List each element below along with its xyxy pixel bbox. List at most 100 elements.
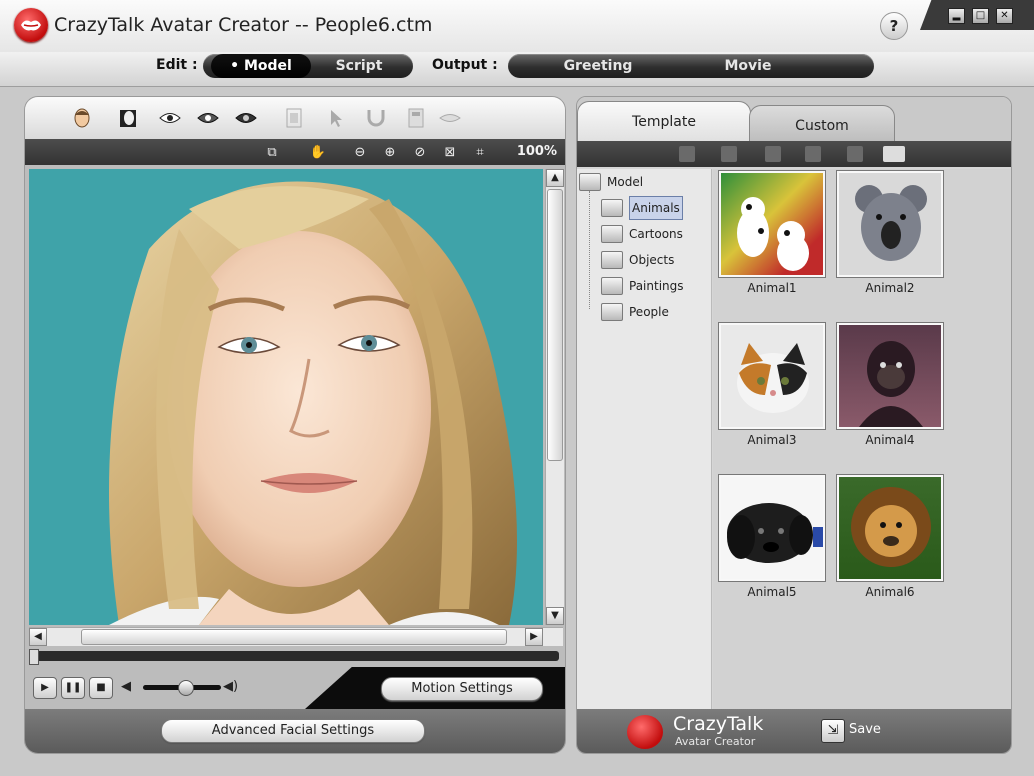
timeline-slider[interactable] [29, 649, 559, 665]
tab-template[interactable]: Template [577, 101, 751, 142]
template-grid: Animal1 Animal2 Animal3 Animal4 Animal5 … [713, 169, 1011, 709]
library-footer: CrazyTalk Avatar Creator ⇲ Save [577, 709, 1011, 753]
scroll-left-icon[interactable]: ◀ [29, 628, 47, 646]
motion-settings-button[interactable]: Motion Settings [381, 677, 543, 701]
folder-icon [601, 225, 623, 243]
tree-item-animals[interactable]: Animals [601, 196, 683, 220]
editor-panel: ⧉ ✋ ⊖ ⊕ ⊘ ⊠ ⌗ 100% ▲ ▼ ◀ ▶ ▶ ❚❚ ■ ◀ ◀) M… [24, 96, 566, 754]
eye-dark-icon[interactable] [197, 107, 219, 129]
scroll-down-icon[interactable]: ▼ [546, 607, 564, 625]
delete-icon [847, 146, 863, 162]
view-toolbar: ⧉ ✋ ⊖ ⊕ ⊘ ⊠ ⌗ 100% [25, 139, 565, 165]
eye-icon[interactable] [159, 107, 181, 129]
mode-bar: Edit : • Model Script Output : Greeting … [0, 52, 1034, 87]
brand-subtitle: Avatar Creator [675, 735, 756, 748]
thumbnail-image[interactable] [836, 474, 944, 582]
tab-custom[interactable]: Custom [749, 105, 895, 142]
tree-item-objects[interactable]: Objects [601, 249, 674, 271]
frame-icon [283, 107, 305, 129]
help-button[interactable]: ? [880, 12, 908, 40]
thumbnail-label: Animal3 [747, 433, 797, 447]
tree-item-label: Paintings [629, 279, 684, 293]
tab-movie[interactable]: Movie [678, 54, 818, 78]
folder-icon [601, 251, 623, 269]
thumbnail-image[interactable] [718, 474, 826, 582]
thumbnail-animal2[interactable]: Animal2 [836, 170, 944, 295]
thumbnail-label: Animal4 [865, 433, 915, 447]
library-toolbar [577, 141, 1011, 167]
fit-window-icon[interactable]: ⧉ [263, 143, 281, 161]
folder-icon [601, 303, 623, 321]
scroll-up-icon[interactable]: ▲ [546, 169, 564, 187]
thumbnail-animal3[interactable]: Animal3 [718, 322, 826, 447]
window-controls: ▂ □ ✕ [920, 0, 1034, 30]
tree-line [589, 191, 591, 309]
play-icon[interactable]: ▶ [33, 677, 57, 699]
volume-down-icon[interactable]: ◀ [121, 679, 131, 694]
volume-knob[interactable] [177, 680, 194, 696]
avatar-canvas[interactable] [29, 169, 543, 625]
brand-name: CrazyTalk [673, 713, 764, 735]
tree-item-label: Objects [629, 253, 675, 267]
page-icon [405, 107, 427, 129]
thumbnail-label: Animal5 [747, 585, 797, 599]
pointer-icon [325, 107, 347, 129]
vertical-scroll-thumb[interactable] [547, 189, 563, 461]
thumbnail-image[interactable] [836, 170, 944, 278]
thumbnail-image[interactable] [718, 170, 826, 278]
face-icon[interactable] [71, 107, 93, 129]
scroll-right-icon[interactable]: ▶ [525, 628, 543, 646]
thumbnail-view-icon[interactable] [883, 146, 905, 162]
thumbnail-animal1[interactable]: Animal1 [718, 170, 826, 295]
tree-item-people[interactable]: People [601, 301, 669, 323]
pause-icon[interactable]: ❚❚ [61, 677, 85, 699]
thumbnail-animal4[interactable]: Animal4 [836, 322, 944, 447]
title-bar: CrazyTalk Avatar Creator -- People6.ctm … [0, 0, 1034, 53]
close-icon[interactable]: ✕ [996, 8, 1013, 24]
thumbnail-animal5[interactable]: Animal5 [718, 474, 826, 599]
stop-icon[interactable]: ■ [89, 677, 113, 699]
tab-greeting[interactable]: Greeting [528, 54, 668, 78]
output-tabs: Greeting Movie [508, 54, 874, 78]
zoom-level: 100% [516, 144, 557, 159]
volume-up-icon[interactable]: ◀) [223, 679, 238, 694]
reset-icon[interactable]: ⊘ [411, 143, 429, 161]
library-panel: Template Custom Model Animals Cartoons O… [576, 96, 1012, 754]
crazytalk-logo-icon [14, 8, 48, 42]
zoom-in-icon[interactable]: ⊕ [381, 143, 399, 161]
window-title: CrazyTalk Avatar Creator -- People6.ctm [54, 14, 433, 36]
thumbnail-image[interactable] [718, 322, 826, 430]
magnet-icon [365, 107, 387, 129]
tree-item-label: People [629, 305, 669, 319]
horizontal-scroll-thumb[interactable] [81, 629, 507, 645]
copy-icon [765, 146, 781, 162]
thumbnail-label: Animal2 [865, 281, 915, 295]
thumbnail-animal6[interactable]: Animal6 [836, 474, 944, 599]
add-item-icon [721, 146, 737, 162]
save-icon[interactable]: ⇲ [821, 719, 845, 743]
advanced-facial-settings-button[interactable]: Advanced Facial Settings [161, 719, 425, 743]
folder-icon [601, 277, 623, 295]
tree-item-cartoons[interactable]: Cartoons [601, 223, 683, 245]
profile-mask-icon[interactable] [117, 107, 139, 129]
horizontal-scrollbar[interactable]: ◀ ▶ [29, 627, 563, 646]
eyes-icon[interactable] [235, 107, 257, 129]
tab-model[interactable]: • Model [211, 54, 311, 78]
folder-icon [601, 199, 623, 217]
maximize-icon[interactable]: □ [972, 8, 989, 24]
edit-label: Edit : [156, 57, 198, 73]
hand-pan-icon[interactable]: ✋ [309, 143, 327, 161]
editor-footer: Advanced Facial Settings [25, 709, 565, 753]
open-folder-icon [679, 146, 695, 162]
tree-item-paintings[interactable]: Paintings [601, 275, 684, 297]
zoom-out-icon[interactable]: ⊖ [351, 143, 369, 161]
tab-script[interactable]: Script [313, 54, 405, 78]
timeline-handle[interactable] [29, 649, 39, 665]
save-button[interactable]: Save [849, 722, 881, 737]
thumbnail-image[interactable] [836, 322, 944, 430]
vertical-scrollbar[interactable]: ▲ ▼ [545, 169, 564, 625]
tree-root[interactable]: Model [579, 171, 643, 193]
center-icon[interactable]: ⌗ [471, 143, 489, 161]
fit-icon[interactable]: ⊠ [441, 143, 459, 161]
minimize-icon[interactable]: ▂ [948, 8, 965, 24]
